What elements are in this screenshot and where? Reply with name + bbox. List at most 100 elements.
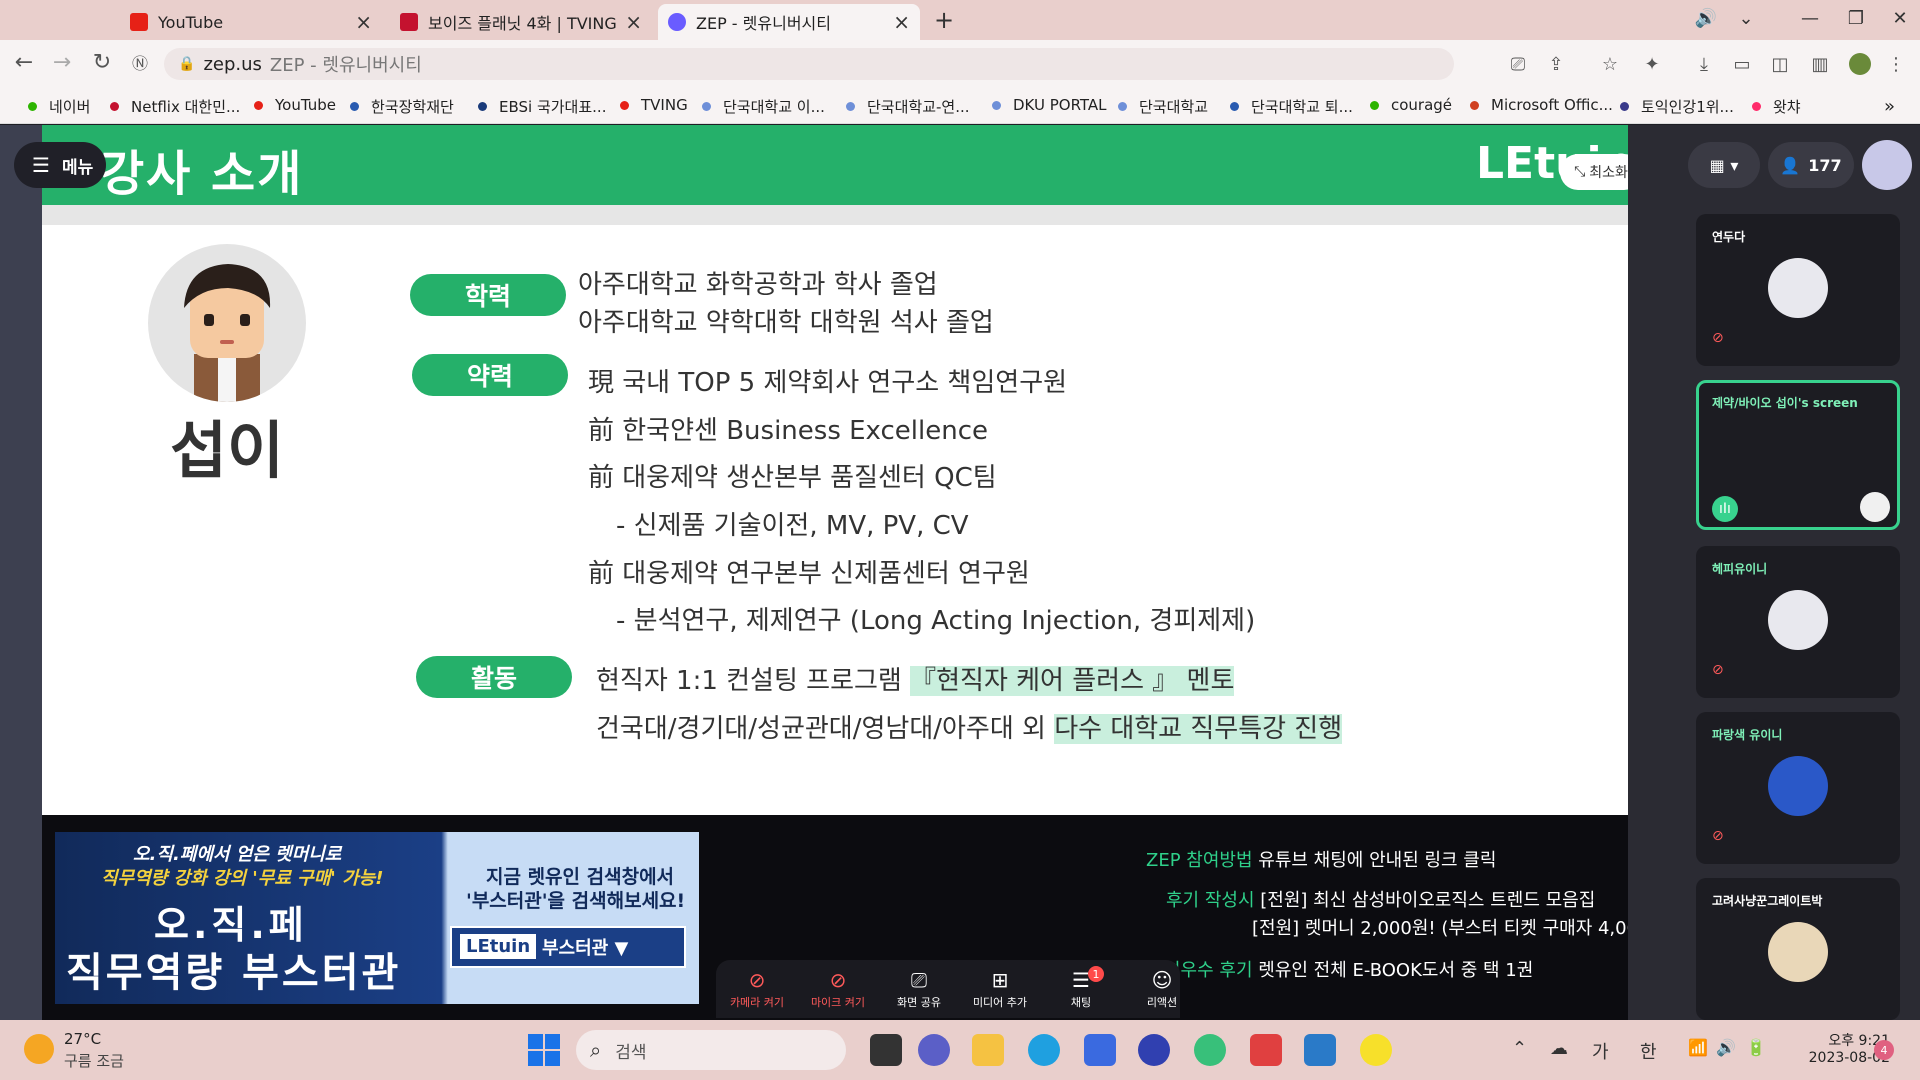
store-icon[interactable] — [1084, 1034, 1116, 1066]
bookmark-star-icon[interactable]: ☆ — [1596, 50, 1624, 78]
screen-share-button[interactable]: ⎚ 화면 공유 — [884, 968, 954, 1010]
bookmark-item[interactable]: Microsoft Offic... — [1470, 96, 1613, 114]
bookmark-item[interactable]: 단국대학교-연... — [846, 96, 970, 117]
profile-avatar-icon[interactable] — [1846, 50, 1874, 78]
close-tab-icon[interactable]: × — [625, 10, 642, 34]
ime-hangul-indicator[interactable]: 가 — [1592, 1038, 1609, 1064]
hamburger-icon: ☰ — [32, 153, 50, 177]
career-line: 前 대웅제약 연구본부 신제품센터 연구원 — [588, 559, 1030, 589]
menu-label: 메뉴 — [61, 157, 94, 178]
weather-icon[interactable] — [24, 1034, 54, 1064]
weather-temp[interactable]: 27°C — [64, 1030, 101, 1048]
notion-extension-icon[interactable]: Ⓝ — [124, 46, 156, 78]
bookmark-item[interactable]: 네이버 — [28, 96, 90, 117]
info-key: 후기 작성시 — [1166, 890, 1255, 911]
reload-icon[interactable]: ↻ — [86, 46, 118, 78]
bookmark-item[interactable]: Netflix 대한민... — [110, 96, 240, 117]
activity-text: 현직자 1:1 컨설팅 프로그램 — [596, 666, 911, 696]
hancom-icon[interactable] — [1304, 1034, 1336, 1066]
address-page-title: ZEP - 렛유니버시티 — [269, 55, 422, 76]
mic-toggle-button[interactable]: ⊘ 마이크 켜기 — [803, 968, 873, 1010]
banner-cta1: 지금 렛유인 검색창에서 — [486, 866, 675, 888]
new-tab-button[interactable]: + — [934, 6, 954, 34]
close-tab-icon[interactable]: × — [355, 10, 372, 34]
bookmark-item[interactable]: couragé — [1370, 96, 1452, 114]
bookmark-label: YouTube — [275, 96, 336, 114]
grid-layout-icon: ▦ ▾ — [1709, 155, 1739, 175]
collapse-arrows-icon: ⤡ — [1574, 164, 1586, 180]
window-minimize-icon[interactable]: — — [1790, 0, 1830, 36]
task-view-icon[interactable] — [870, 1034, 902, 1066]
ime-mode-indicator[interactable]: 한 — [1640, 1038, 1657, 1064]
onedrive-icon[interactable]: ☁ — [1550, 1038, 1568, 1059]
window-icon[interactable]: ▭ — [1728, 50, 1756, 78]
back-arrow-icon[interactable]: ← — [8, 46, 40, 78]
mic-muted-icon: ⊘ — [1712, 662, 1724, 678]
windows-start-icon[interactable] — [528, 1034, 560, 1066]
taskbar-search[interactable]: ⌕ 검색 — [576, 1030, 846, 1070]
volume-icon[interactable]: 🔊 — [1716, 1038, 1736, 1057]
more-menu-icon[interactable]: ⋮ — [1882, 50, 1910, 78]
camera-toggle-button[interactable]: ⊘ 카메라 켜기 — [722, 968, 792, 1010]
battery-icon[interactable]: 🔋 — [1746, 1038, 1766, 1057]
extensions-icon[interactable]: ✦ — [1638, 50, 1666, 78]
forward-arrow-icon[interactable]: → — [46, 46, 78, 78]
layout-toggle-button[interactable]: ▦ ▾ — [1688, 142, 1760, 188]
tab-list-chevron-icon[interactable]: ⌄ — [1726, 0, 1766, 36]
download-icon[interactable]: ⤓ — [1690, 50, 1718, 78]
wifi-icon[interactable]: 📶 — [1688, 1038, 1708, 1057]
window-close-icon[interactable]: ✕ — [1880, 0, 1920, 36]
info-value: 유튜브 채팅에 안내된 링크 클릭 — [1258, 850, 1497, 871]
instructor-character-icon — [184, 264, 271, 402]
map-background — [0, 125, 42, 1020]
mic-muted-icon: ⊘ — [1712, 330, 1724, 346]
media-control-icon[interactable]: 🔊 — [1686, 0, 1726, 36]
share-icon[interactable]: ⇪ — [1542, 50, 1570, 78]
screenshot-icon[interactable]: ◫ — [1766, 50, 1794, 78]
reaction-button[interactable]: ☺ 리액션 — [1127, 968, 1197, 1010]
notification-badge[interactable]: 4 — [1874, 1040, 1894, 1060]
bookmark-icon — [702, 102, 711, 111]
bookmark-item[interactable]: 왓챠 — [1752, 96, 1801, 117]
weather-desc[interactable]: 구름 조금 — [64, 1050, 124, 1071]
bookmark-icon — [1370, 100, 1379, 110]
slide-title: 강사 소개 — [100, 146, 304, 202]
whale-browser-icon[interactable] — [1194, 1034, 1226, 1066]
app-character-icon[interactable] — [1250, 1034, 1282, 1066]
tab-youtube[interactable]: YouTube × — [120, 4, 382, 40]
bookmark-item[interactable]: 한국장학재단 — [350, 96, 454, 117]
bookmark-icon — [1752, 102, 1761, 111]
tray-expand-icon[interactable]: ⌃ — [1512, 1038, 1527, 1059]
address-bar[interactable]: 🔒 zep.us ZEP - 렛유니버시티 — [164, 48, 1454, 80]
edge-icon[interactable] — [1028, 1034, 1060, 1066]
tool-label: 미디어 추가 — [972, 996, 1028, 1009]
cast-icon[interactable]: ⎚ — [1504, 50, 1532, 78]
bookmark-item[interactable]: 단국대학교 — [1118, 96, 1208, 117]
kakaotalk-icon[interactable] — [1360, 1034, 1392, 1066]
participant-mini-avatar — [1860, 492, 1890, 522]
my-avatar[interactable] — [1862, 140, 1912, 190]
chat-button[interactable]: ☰ 채팅 — [1046, 968, 1116, 1010]
bookmark-item[interactable]: TVING — [620, 96, 688, 114]
more-bookmarks-icon[interactable]: » — [1884, 96, 1895, 117]
bookmark-icon — [28, 102, 37, 111]
tab-tving[interactable]: 보이즈 플래닛 4화 | TVING × — [390, 4, 652, 40]
instructor-avatar — [148, 244, 306, 402]
bookmark-item[interactable]: 단국대학교 퇴... — [1230, 96, 1353, 117]
media-add-button[interactable]: ⊞ 미디어 추가 — [965, 968, 1035, 1010]
bookmark-item[interactable]: 토익인강1위... — [1620, 96, 1734, 117]
file-explorer-icon[interactable] — [972, 1034, 1004, 1066]
banner-line1: 오.직.페에서 얻은 렛머니로 — [133, 844, 342, 865]
bookmark-item[interactable]: DKU PORTAL — [992, 96, 1107, 114]
app-c-icon[interactable] — [1138, 1034, 1170, 1066]
bookmark-item[interactable]: YouTube — [254, 96, 336, 114]
bookmark-item[interactable]: EBSi 국가대표... — [478, 96, 606, 117]
tab-zep[interactable]: ZEP - 렛유니버시티 × — [658, 4, 920, 40]
window-restore-icon[interactable]: ❐ — [1836, 0, 1876, 36]
participant-count-button[interactable]: 👤 177 — [1768, 142, 1854, 188]
teams-chat-icon[interactable] — [918, 1034, 950, 1066]
menu-button[interactable]: ☰ 메뉴 — [14, 142, 106, 188]
close-tab-icon[interactable]: × — [893, 10, 910, 34]
bookmark-item[interactable]: 단국대학교 이... — [702, 96, 825, 117]
sidebar-icon[interactable]: ▥ — [1806, 50, 1834, 78]
